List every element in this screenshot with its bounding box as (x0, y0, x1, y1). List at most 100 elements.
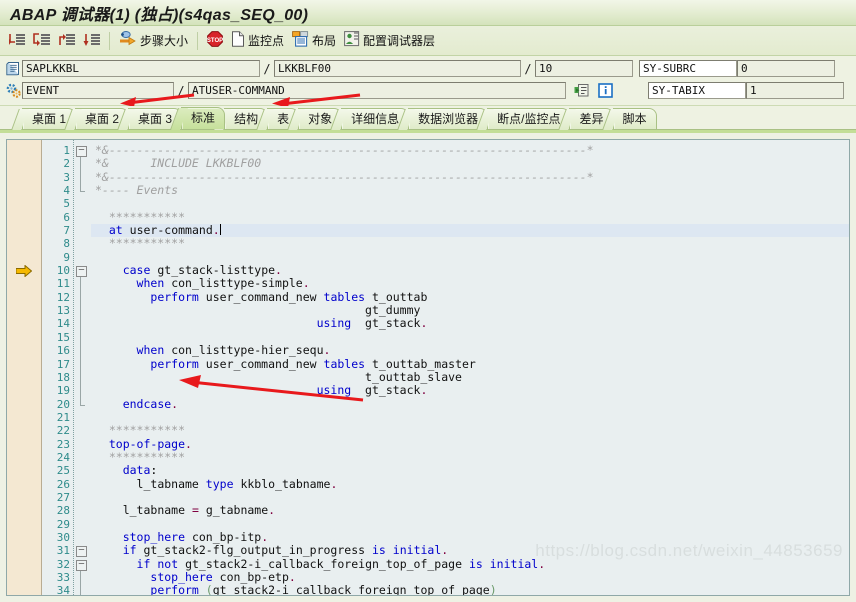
code-line[interactable]: at user-command. (91, 223, 849, 238)
code-line[interactable]: l_tabname = g_tabname. (91, 504, 849, 517)
toolbar-button-watchpoint[interactable]: 监控点 (227, 29, 288, 53)
line-number: 7 (63, 224, 70, 238)
code-line[interactable] (91, 331, 849, 344)
line-number: 23 (56, 437, 70, 451)
code-line[interactable]: t_outtab_slave (91, 370, 849, 384)
current-line-pointer-icon (15, 264, 33, 280)
tab-breakpoints-watchpoints[interactable]: 断点/监控点 (487, 108, 571, 129)
code-line[interactable]: *********** (91, 450, 849, 464)
code-line[interactable]: perform user_command_new tables t_outtab (91, 290, 849, 304)
code-line[interactable]: gt_dummy (91, 303, 849, 317)
code-line[interactable]: top-of-page. (91, 437, 849, 451)
code-line[interactable]: perform user_command_new tables t_outtab… (91, 357, 849, 371)
tab-script[interactable]: 脚本 (612, 108, 657, 129)
fold-collapse-icon[interactable]: – (76, 546, 87, 558)
field-separator-1: / (263, 61, 271, 76)
sy-subrc-label[interactable]: SY-SUBRC (639, 60, 737, 77)
code-line[interactable]: when con_listtype-simple. (91, 277, 849, 290)
sy-tabix-label[interactable]: SY-TABIX (648, 82, 746, 99)
program-name-field[interactable]: SAPLKKBL (22, 60, 260, 77)
event-type-field[interactable]: EVENT (22, 82, 174, 99)
debugger-context-fields: SAPLKKBL / LKKBLF00 / 10 SY-SUBRC 0 EVEN… (0, 56, 856, 108)
toolbar-label-step-size: 步骤大小 (140, 34, 189, 48)
code-line[interactable]: using gt_stack. (91, 317, 849, 330)
code-line[interactable]: data: (91, 463, 849, 477)
include-name-field[interactable]: LKKBLF00 (274, 60, 521, 77)
line-number-field[interactable]: 10 (535, 60, 633, 77)
fold-marker[interactable]: – (74, 264, 91, 278)
sy-subrc-value[interactable]: 0 (737, 60, 835, 77)
tab-data-browser[interactable]: 数据浏览器 (408, 108, 489, 129)
toolbar-button-step-over[interactable] (29, 29, 54, 53)
breakpoint-gutter[interactable] (7, 140, 42, 595)
line-number: 19 (56, 384, 70, 398)
line-number: 13 (56, 304, 70, 318)
code-line[interactable] (91, 491, 849, 504)
code-line[interactable]: l_tabname type kkblo_tabname. (91, 477, 849, 491)
code-text-area[interactable]: *&--------------------------------------… (91, 140, 849, 595)
fold-marker (74, 330, 91, 345)
code-line[interactable]: *********** (91, 210, 849, 224)
toolbar-button-step-out[interactable] (54, 29, 79, 53)
fold-marker (74, 170, 91, 185)
code-line[interactable]: *& INCLUDE LKKBLF00 (91, 157, 849, 170)
sy-tabix-value[interactable]: 1 (746, 82, 844, 99)
line-number: 25 (56, 464, 70, 478)
tab-label: 断点/监控点 (497, 112, 561, 126)
toolbar-button-stop[interactable]: STOP (203, 29, 227, 53)
step-into-icon (8, 33, 25, 49)
code-line[interactable]: *---- Events (91, 183, 849, 197)
tab-standard[interactable]: 标准 (181, 107, 226, 129)
code-line[interactable]: *&--------------------------------------… (91, 143, 849, 157)
program-icon (4, 60, 22, 77)
code-line[interactable]: *&--------------------------------------… (91, 170, 849, 184)
event-name-field[interactable]: ATUSER-COMMAND (188, 82, 566, 99)
code-line[interactable]: stop_here con_bp-etp. (91, 570, 849, 584)
info-icon[interactable] (596, 82, 614, 99)
field-separator-2: / (524, 61, 532, 76)
code-line[interactable]: endcase. (91, 397, 849, 411)
fold-marker (74, 384, 91, 398)
code-line[interactable]: perform (gt_stack2-i_callback_foreign_to… (91, 584, 849, 595)
stop-icon: STOP (207, 31, 223, 50)
fold-collapse-icon[interactable]: – (76, 559, 87, 571)
line-number: 6 (63, 210, 70, 224)
fold-guide (80, 304, 81, 318)
code-line[interactable]: using gt_stack. (91, 384, 849, 397)
code-folding-column[interactable]: – – – – (74, 140, 91, 595)
line-number: 9 (63, 250, 70, 264)
toolbar-button-run-to-cursor[interactable] (79, 29, 104, 53)
fold-guide (80, 571, 81, 585)
toolbar-button-step-size[interactable]: 步骤大小 (115, 29, 192, 53)
code-line[interactable]: case gt_stack-listtype. (91, 263, 849, 277)
line-number: 16 (56, 344, 70, 358)
fold-marker[interactable]: – (74, 144, 91, 157)
code-line[interactable]: *********** (91, 424, 849, 437)
toolbar-button-layout[interactable]: 布局 (288, 29, 340, 53)
code-line[interactable] (91, 518, 849, 531)
goto-icon[interactable] (572, 82, 590, 99)
code-line[interactable] (91, 251, 849, 264)
code-line[interactable] (91, 411, 849, 424)
fold-marker[interactable]: – (74, 544, 91, 558)
fold-marker[interactable]: – (74, 558, 91, 571)
code-line[interactable]: when con_listtype-hier_sequ. (91, 343, 849, 357)
toolbar-button-step-into[interactable] (4, 29, 29, 53)
watermark: https://blog.csdn.net/weixin_44853659 (535, 541, 843, 560)
toolbar-button-configure-debugger-layer[interactable]: 配置调试器层 (340, 29, 439, 53)
tab-label: 结构 (234, 112, 259, 126)
window-title-bar: ABAP 调试器(1) (独占)(s4qas_SEQ_00) (0, 0, 856, 26)
line-number: 26 (56, 477, 70, 491)
tab-label: 桌面 1 (32, 112, 67, 126)
code-line[interactable] (91, 197, 849, 210)
line-number: 17 (56, 357, 70, 371)
fold-collapse-icon[interactable]: – (76, 146, 87, 157)
run-to-cursor-icon (83, 33, 100, 49)
fold-marker (74, 317, 91, 331)
fold-marker (74, 584, 91, 595)
tab-label: 桌面 3 (138, 112, 173, 126)
fold-marker (74, 424, 91, 437)
fold-collapse-icon[interactable]: – (76, 266, 87, 278)
fold-marker (74, 237, 91, 250)
code-line[interactable]: *********** (91, 237, 849, 250)
